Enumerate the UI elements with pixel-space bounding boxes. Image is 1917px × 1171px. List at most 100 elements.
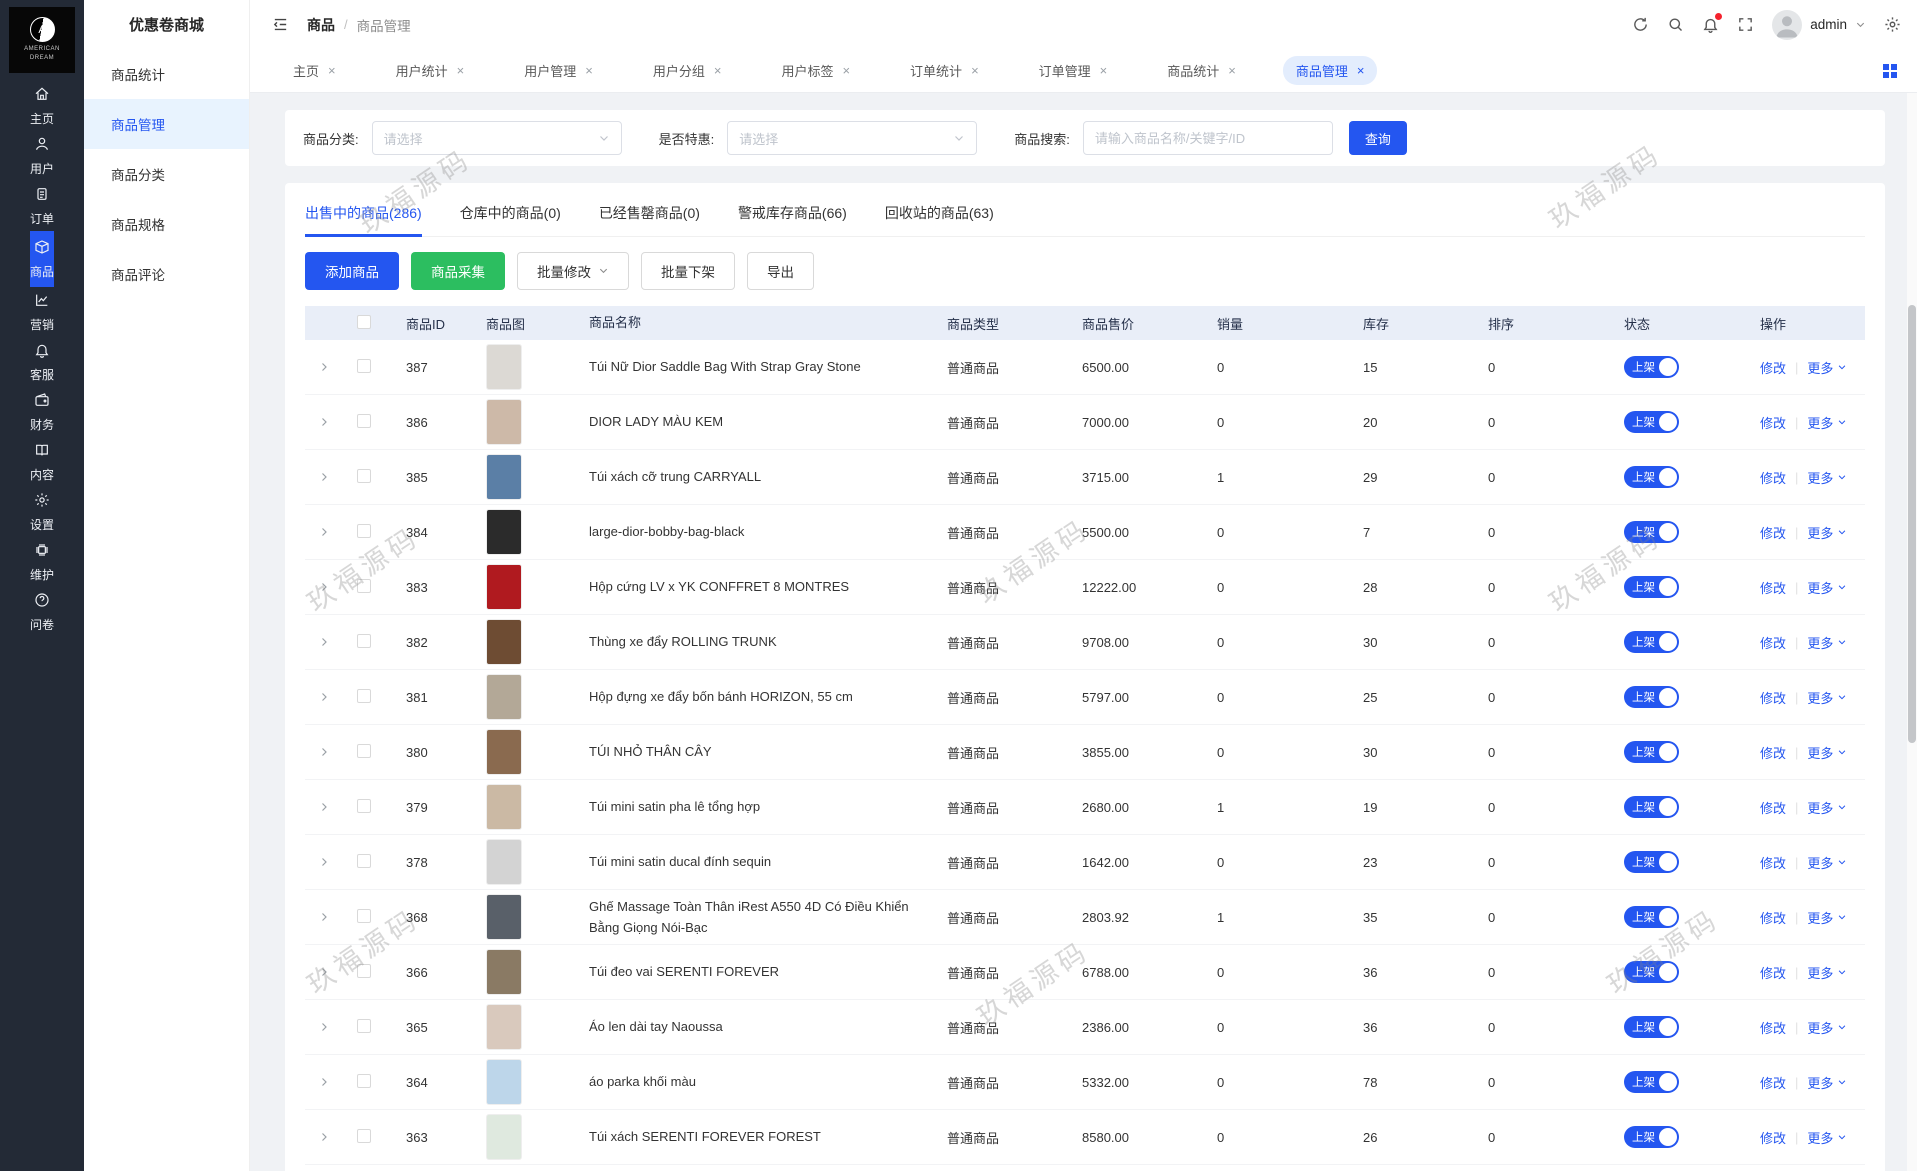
more-link[interactable]: 更多 [1807,1073,1847,1092]
row-expand-icon[interactable] [305,801,343,813]
rail-item-help[interactable]: 问卷 [30,587,54,637]
more-link[interactable]: 更多 [1807,908,1847,927]
row-checkbox[interactable] [357,689,371,703]
sidebar-item-2[interactable]: 商品分类 [84,149,249,199]
open-tab-7[interactable]: 商品统计× [1154,56,1249,85]
edit-link[interactable]: 修改 [1760,1073,1786,1092]
more-link[interactable]: 更多 [1807,1128,1847,1147]
refresh-icon[interactable] [1632,16,1649,33]
open-tab-4[interactable]: 用户标签× [768,56,863,85]
sidebar-item-3[interactable]: 商品规格 [84,199,249,249]
status-toggle[interactable]: 上架 [1624,686,1679,708]
more-link[interactable]: 更多 [1807,1018,1847,1037]
product-thumbnail[interactable] [486,894,522,940]
open-tab-2[interactable]: 用户管理× [511,56,606,85]
open-tab-5[interactable]: 订单统计× [897,56,992,85]
tab-close-icon[interactable]: × [457,64,465,77]
status-toggle[interactable]: 上架 [1624,851,1679,873]
product-thumbnail[interactable] [486,729,522,775]
more-link[interactable]: 更多 [1807,688,1847,707]
edit-link[interactable]: 修改 [1760,743,1786,762]
status-toggle[interactable]: 上架 [1624,631,1679,653]
fullscreen-icon[interactable] [1737,16,1754,33]
rail-item-marketing[interactable]: 营销 [30,287,54,337]
rail-item-order[interactable]: 订单 [30,181,54,231]
row-checkbox[interactable] [357,579,371,593]
row-expand-icon[interactable] [305,471,343,483]
status-toggle[interactable]: 上架 [1624,1016,1679,1038]
notification-bell-icon[interactable] [1702,16,1719,33]
status-toggle[interactable]: 上架 [1624,961,1679,983]
select-all-checkbox[interactable] [357,315,371,329]
product-thumbnail[interactable] [486,949,522,995]
row-checkbox[interactable] [357,469,371,483]
open-tab-0[interactable]: 主页× [280,56,349,85]
user-menu[interactable]: admin [1772,10,1866,40]
row-checkbox[interactable] [357,524,371,538]
row-checkbox[interactable] [357,854,371,868]
action-button-4[interactable]: 导出 [747,252,814,290]
row-checkbox[interactable] [357,964,371,978]
more-link[interactable]: 更多 [1807,853,1847,872]
edit-link[interactable]: 修改 [1760,963,1786,982]
more-link[interactable]: 更多 [1807,743,1847,762]
row-checkbox[interactable] [357,909,371,923]
action-button-2[interactable]: 批量修改 [517,252,629,290]
rail-item-gear[interactable]: 设置 [30,487,54,537]
product-thumbnail[interactable] [486,674,522,720]
scrollbar-thumb[interactable] [1908,305,1916,743]
tab-layout-grid-icon[interactable] [1883,64,1897,78]
rail-item-bell[interactable]: 客服 [30,337,54,387]
category-select[interactable]: 请选择 [372,121,622,155]
open-tab-1[interactable]: 用户统计× [383,56,478,85]
rail-item-product[interactable]: 商品 [30,231,54,287]
more-link[interactable]: 更多 [1807,633,1847,652]
status-toggle[interactable]: 上架 [1624,1126,1679,1148]
edit-link[interactable]: 修改 [1760,633,1786,652]
row-checkbox[interactable] [357,359,371,373]
action-button-0[interactable]: 添加商品 [305,252,399,290]
product-thumbnail[interactable] [486,509,522,555]
product-search-input[interactable] [1083,121,1333,155]
edit-link[interactable]: 修改 [1760,798,1786,817]
product-thumbnail[interactable] [486,454,522,500]
row-expand-icon[interactable] [305,416,343,428]
product-tab-1[interactable]: 仓库中的商品(0) [460,188,561,236]
open-tab-8[interactable]: 商品管理× [1283,56,1378,85]
product-thumbnail[interactable] [486,1114,522,1160]
open-tab-3[interactable]: 用户分组× [640,56,735,85]
status-toggle[interactable]: 上架 [1624,796,1679,818]
product-tab-2[interactable]: 已经售罄商品(0) [599,188,700,236]
row-checkbox[interactable] [357,414,371,428]
tab-close-icon[interactable]: × [971,64,979,77]
product-thumbnail[interactable] [486,619,522,665]
edit-link[interactable]: 修改 [1760,523,1786,542]
row-expand-icon[interactable] [305,1076,343,1088]
edit-link[interactable]: 修改 [1760,688,1786,707]
product-thumbnail[interactable] [486,1059,522,1105]
row-checkbox[interactable] [357,799,371,813]
rail-item-chip[interactable]: 维护 [30,537,54,587]
sidebar-item-0[interactable]: 商品统计 [84,49,249,99]
row-expand-icon[interactable] [305,1131,343,1143]
edit-link[interactable]: 修改 [1760,413,1786,432]
action-button-3[interactable]: 批量下架 [641,252,735,290]
product-thumbnail[interactable] [486,1004,522,1050]
row-checkbox[interactable] [357,1129,371,1143]
tab-close-icon[interactable]: × [585,64,593,77]
status-toggle[interactable]: 上架 [1624,466,1679,488]
more-link[interactable]: 更多 [1807,523,1847,542]
row-checkbox[interactable] [357,1019,371,1033]
tab-close-icon[interactable]: × [1228,64,1236,77]
row-expand-icon[interactable] [305,361,343,373]
row-expand-icon[interactable] [305,526,343,538]
status-toggle[interactable]: 上架 [1624,411,1679,433]
more-link[interactable]: 更多 [1807,468,1847,487]
rail-item-user[interactable]: 用户 [30,131,54,181]
edit-link[interactable]: 修改 [1760,1128,1786,1147]
row-expand-icon[interactable] [305,911,343,923]
edit-link[interactable]: 修改 [1760,908,1786,927]
edit-link[interactable]: 修改 [1760,358,1786,377]
row-expand-icon[interactable] [305,636,343,648]
more-link[interactable]: 更多 [1807,413,1847,432]
